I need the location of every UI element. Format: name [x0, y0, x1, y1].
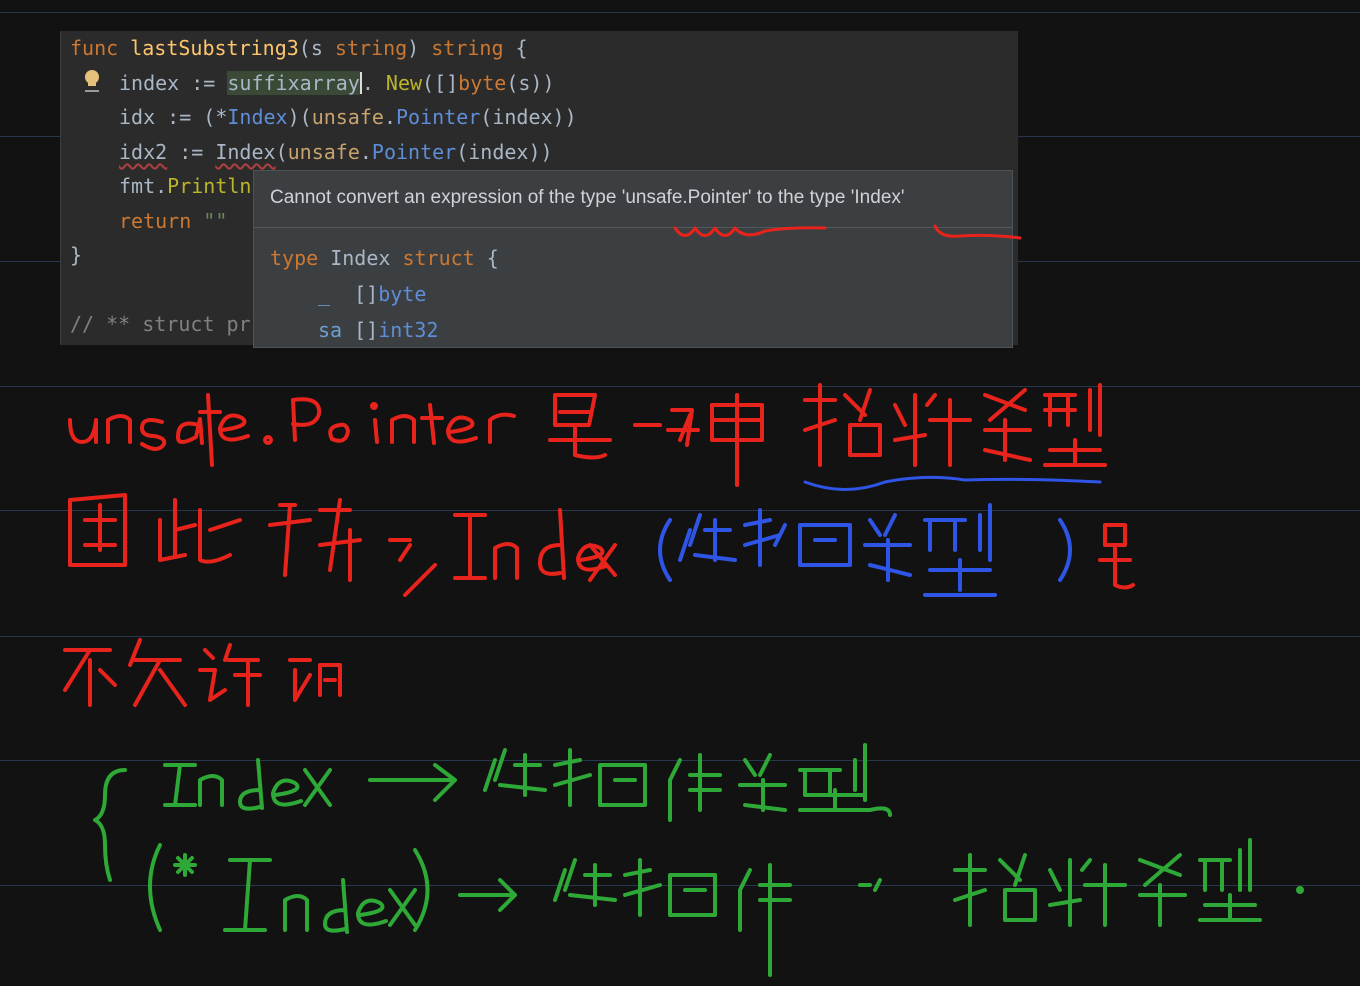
- handwritten-notes: [63, 224, 1304, 977]
- note-line-2: [68, 493, 617, 597]
- blue-underline: [803, 475, 1102, 491]
- red-underline: [933, 224, 1022, 240]
- note-line-5: [148, 838, 1304, 977]
- note-line-4: [93, 743, 892, 882]
- note-line-3: [63, 638, 342, 707]
- note-line-1: [68, 383, 1107, 487]
- note-line-2-red: [1098, 523, 1135, 590]
- note-line-2-blue: [658, 503, 1072, 597]
- red-underline: [673, 226, 827, 237]
